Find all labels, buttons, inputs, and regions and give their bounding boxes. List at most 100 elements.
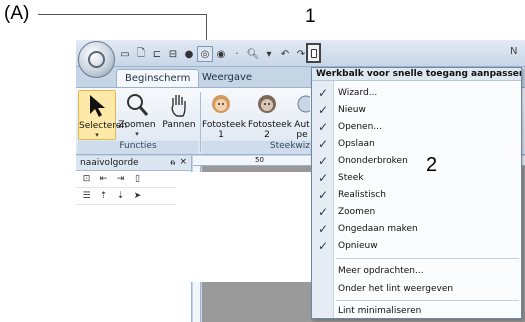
select-tool-label: Selecteren [79,121,128,131]
photo-stitch-2-label: Fotosteek 2 [248,120,292,140]
menu-item-label: Nieuw [338,104,366,115]
title-bar: ▭ 🗋 ⊏ ⊟ ● ◎ ◉ · 🔍︎ ▾ ↶ ↷ N [76,40,525,67]
group-separator [200,92,201,152]
page-icon[interactable]: ▯ [131,173,144,185]
menu-item-wizard[interactable]: ✓ Wizard... [312,84,521,101]
panel-toolbar-row-2: ☰ ⇡ ⇣ ➤ [76,188,191,205]
menu-header: Werkbalk voor snelle toegang aanpassen [312,68,521,81]
menu-item-show-below-ribbon[interactable]: Onder het lint weergeven [312,280,521,297]
tab-weergave[interactable]: Weergave [194,69,260,87]
panel-header: naaivolgorde ᵰ × [76,156,191,171]
check-icon: ✓ [317,187,329,202]
move-first-icon[interactable]: ⇤ [97,173,110,185]
stitch-icon[interactable]: ◉ [214,47,228,61]
customize-qat-button[interactable] [306,43,321,63]
chevron-down-icon: ▾ [95,131,99,139]
zoom-tool-label: Zoomen [118,120,156,130]
menu-separator [336,300,519,301]
menu-item-redo[interactable]: ✓ Opnieuw [312,237,521,254]
pin-icon[interactable]: ᵰ [171,158,175,167]
zoom-dropdown-icon[interactable]: ▾ [262,47,276,61]
window-title-fragment: N [510,46,518,57]
check-icon: ✓ [317,204,329,219]
qat-divider-icon: · [235,48,239,60]
move-last-icon[interactable]: ⇥ [114,173,127,185]
check-icon: ✓ [317,119,329,134]
callout-a: (A) [4,3,30,24]
panel-title: naaivolgorde [80,158,139,168]
photo-face-icon [202,90,240,120]
panel-toolbar-row-1: ⊡ ⇤ ⇥ ▯ [76,171,191,188]
menu-item-label: Openen... [338,121,382,132]
menu-item-undo[interactable]: ✓ Ongedaan maken [312,220,521,237]
move-down-icon[interactable]: ⇣ [114,190,127,202]
menu-item-stitch[interactable]: ✓ Steek [312,169,521,186]
menu-item-continuous[interactable]: ✓ Ononderbroken [312,152,521,169]
menu-item-save[interactable]: ✓ Opslaan [312,135,521,152]
menu-item-realistic[interactable]: ✓ Realistisch [312,186,521,203]
callout-2: 2 [426,154,438,176]
menu-item-label: Opnieuw [338,240,378,251]
new-file-icon[interactable]: 🗋 [134,47,148,61]
menu-separator [336,258,519,259]
menu-item-more-commands[interactable]: Meer opdrachten... [312,262,521,279]
pan-tool[interactable]: Pannen [160,90,198,130]
menu-item-label: Meer opdrachten... [338,265,424,276]
chevron-down-icon: ▾ [135,130,139,138]
check-icon: ✓ [317,153,329,168]
open-folder-icon[interactable]: ⊏ [150,47,164,61]
check-icon: ✓ [317,170,329,185]
menu-item-label: Zoomen [338,206,376,217]
menu-item-new[interactable]: ✓ Nieuw [312,101,521,118]
menu-item-label: Ononderbroken [338,155,408,166]
menu-item-open[interactable]: ✓ Openen... [312,118,521,135]
menu-item-label: Wizard... [338,87,378,98]
menu-item-label: Lint minimaliseren [338,305,422,316]
pointer-icon[interactable]: ➤ [131,190,144,202]
customize-qat-icon [310,48,317,58]
group-label-steekwizard: Steekwiz [202,141,312,154]
menu-item-label: Realistisch [338,189,386,200]
check-icon: ✓ [317,85,329,100]
menu-item-label: Ongedaan maken [338,223,418,234]
app-logo-icon [88,51,105,68]
close-icon[interactable]: × [179,157,187,167]
frame-view-icon[interactable]: ⊡ [80,173,93,185]
zoom-icon[interactable]: 🔍︎ [246,47,260,61]
menu-item-zoom[interactable]: ✓ Zoomen [312,203,521,220]
photo-stitch-1-label: Fotosteek 1 [202,120,246,140]
menu-item-minimize-ribbon[interactable]: Lint minimaliseren [312,302,521,319]
callout-1: 1 [305,6,316,27]
menu-item-label: Steek [338,172,364,183]
tab-beginscherm[interactable]: Beginscherm [116,69,200,87]
pan-tool-label: Pannen [162,120,196,130]
group-label-functies: Functies [78,141,198,154]
undo-icon[interactable]: ↶ [278,47,292,61]
photo-stitch-1-tool[interactable]: Fotosteek 1 ▾ [202,90,246,148]
callout-a-leader-line [38,14,206,15]
hand-icon [160,90,198,120]
select-tool[interactable]: Selecteren ▾ [78,90,128,140]
check-icon: ✓ [317,238,329,253]
photo-face-icon [248,90,286,120]
photo-stitch-2-tool[interactable]: Fotosteek 2 ▾ [248,90,292,148]
check-icon: ✓ [317,221,329,236]
sewing-order-panel: naaivolgorde ᵰ × ⊡ ⇤ ⇥ ▯ ☰ ⇡ ⇣ ➤ [76,156,192,322]
zoom-tool[interactable]: Zoomen ▾ [118,90,156,138]
move-up-icon[interactable]: ⇡ [97,190,110,202]
quick-access-toolbar: ▭ 🗋 ⊏ ⊟ ● ◎ ◉ · 🔍︎ ▾ ↶ ↷ [118,45,308,63]
check-icon: ✓ [317,136,329,151]
realistic-view-icon[interactable]: ◎ [197,46,213,62]
stitch-mode-icon[interactable]: ● [182,47,196,61]
list-view-icon[interactable]: ☰ [80,190,93,202]
customize-qat-menu: Werkbalk voor snelle toegang aanpassen ✓… [311,67,522,319]
arrow-cursor-icon [79,91,115,121]
ruler-mark-50: 50 [255,156,264,164]
application-button[interactable] [78,41,115,78]
wizard-icon[interactable]: ▭ [118,47,132,61]
save-icon[interactable]: ⊟ [166,47,180,61]
check-icon: ✓ [317,102,329,117]
menu-item-label: Opslaan [338,138,375,149]
menu-item-label: Onder het lint weergeven [338,283,454,294]
magnifier-icon [118,90,156,120]
